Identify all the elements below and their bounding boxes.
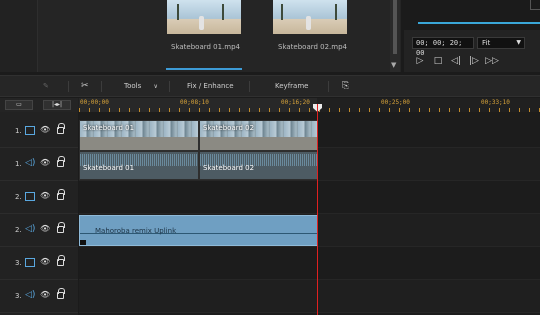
play-icon[interactable]: ▷: [412, 54, 428, 68]
video-track-icon: [25, 192, 35, 201]
media-selection-indicator: [166, 68, 242, 70]
media-library: Skateboard 01.mp4 Skateboard 02.mp4 ▼: [0, 0, 401, 72]
fast-forward-icon[interactable]: ▷▷: [484, 54, 500, 68]
pen-icon[interactable]: ✎: [43, 76, 49, 96]
track-manager-icon[interactable]: ▭: [5, 100, 33, 110]
chevron-down-icon: ∨: [153, 83, 158, 90]
eye-icon[interactable]: 👁: [40, 224, 50, 233]
media-thumbnail-skateboard-02[interactable]: [273, 0, 347, 34]
video-track-icon: [25, 258, 35, 267]
clip-label: Skateboard 02: [203, 164, 255, 172]
eye-icon[interactable]: 👁: [40, 158, 50, 167]
video-clip-skateboard-02[interactable]: Skateboard 02: [199, 120, 318, 151]
track-number: 2.: [15, 193, 22, 201]
stop-icon[interactable]: □: [430, 54, 446, 68]
eye-icon[interactable]: 👁: [40, 290, 50, 299]
audio-clip-skateboard-02[interactable]: Skateboard 02: [199, 151, 318, 180]
zoom-fit-select[interactable]: Fit ▼: [477, 37, 525, 49]
lane-audio-3[interactable]: [79, 280, 540, 313]
timeline-toolbar: ✎ ✂ Tools ∨ Fix / Enhance Keyframe ⎘: [0, 75, 540, 97]
track-header-video-3[interactable]: 3. 👁: [0, 247, 78, 280]
track-number: 3.: [15, 292, 22, 300]
ruler-tick-label: 00;00;00: [80, 99, 109, 106]
video-editor: Skateboard 01.mp4 Skateboard 02.mp4 ▼ 00…: [0, 0, 540, 315]
lock-icon[interactable]: [57, 156, 65, 167]
previous-frame-icon[interactable]: ◁|: [448, 54, 464, 68]
clip-label: Skateboard 01: [83, 164, 135, 172]
tools-menu[interactable]: Tools ∨: [124, 76, 158, 96]
preview-screen: [404, 0, 540, 30]
speaker-icon: ◁): [25, 290, 36, 300]
tools-label: Tools: [124, 82, 142, 90]
eye-icon[interactable]: 👁: [40, 191, 50, 200]
ruler-tick-label: 00;33;10: [481, 99, 510, 106]
playback-controls: ▷ □ ◁| |▷ ▷▷: [412, 54, 538, 68]
audio-clip-skateboard-01[interactable]: Skateboard 01: [79, 151, 199, 180]
scissors-icon[interactable]: ✂: [81, 76, 89, 96]
scroll-down-arrow-icon[interactable]: ▼: [391, 61, 396, 69]
keyframe-button[interactable]: Keyframe: [275, 76, 308, 96]
track-header-audio-1[interactable]: 1. ◁) 👁: [0, 148, 78, 181]
preview-corner-handle: [530, 0, 540, 10]
speaker-icon: ◁): [25, 158, 36, 168]
media-library-sidebar: [0, 0, 38, 72]
video-clip-skateboard-01[interactable]: Skateboard 01: [79, 120, 199, 151]
eye-icon[interactable]: 👁: [40, 125, 50, 134]
clip-label: Mahoroba remix Uplink: [95, 227, 177, 235]
music-clip[interactable]: Mahoroba remix Uplink: [79, 215, 318, 246]
clip-label: Skateboard 01: [83, 124, 135, 132]
track-number: 2.: [15, 226, 22, 234]
media-item-label: Skateboard 02.mp4: [278, 43, 348, 51]
lock-icon[interactable]: [57, 222, 65, 233]
lock-icon[interactable]: [57, 189, 65, 200]
track-headers: 1. 👁 1. ◁) 👁 2. 👁 2. ◁) 👁 3. 👁 3. ◁) 👁: [0, 112, 78, 315]
chevron-down-icon: ▼: [516, 39, 521, 46]
preview-panel: 00; 00; 20; 00 Fit ▼ ▷ □ ◁| |▷ ▷▷: [404, 0, 540, 72]
clip-label: Skateboard 02: [203, 124, 255, 132]
track-header-video-1[interactable]: 1. 👁: [0, 115, 78, 148]
export-icon[interactable]: ⎘: [342, 76, 349, 96]
preview-progress-bar[interactable]: [418, 22, 540, 24]
eye-icon[interactable]: 👁: [40, 257, 50, 266]
media-thumbnail-skateboard-01[interactable]: [167, 0, 241, 34]
fix-enhance-button[interactable]: Fix / Enhance: [187, 76, 234, 96]
media-scrollbar[interactable]: ▼: [390, 0, 400, 72]
playhead-line[interactable]: [317, 104, 318, 315]
ruler-tick-label: 00;25;00: [381, 99, 410, 106]
track-header-audio-3[interactable]: 3. ◁) 👁: [0, 280, 78, 313]
media-item-label: Skateboard 01.mp4: [171, 43, 241, 51]
ruler-tick-label: 00;16;20: [281, 99, 310, 106]
track-number: 3.: [15, 259, 22, 267]
lock-icon[interactable]: [57, 255, 65, 266]
lane-video-3[interactable]: [79, 247, 540, 280]
fit-timeline-icon[interactable]: |◂▸|: [43, 100, 71, 110]
lock-icon[interactable]: [57, 123, 65, 134]
timecode-display[interactable]: 00; 00; 20; 00: [412, 37, 474, 57]
track-header-audio-2[interactable]: 2. ◁) 👁: [0, 214, 78, 247]
video-track-icon: [25, 126, 35, 135]
speaker-icon: ◁): [25, 224, 36, 234]
track-number: 1.: [15, 127, 22, 135]
lane-video-2[interactable]: [79, 181, 540, 214]
scrollbar-thumb[interactable]: [393, 0, 397, 54]
next-frame-icon[interactable]: |▷: [466, 54, 482, 68]
track-number: 1.: [15, 160, 22, 168]
ruler-tick-label: 00;08;10: [180, 99, 209, 106]
lock-icon[interactable]: [57, 288, 65, 299]
zoom-fit-value: Fit: [482, 39, 491, 47]
clip-handle[interactable]: [80, 240, 86, 245]
ruler-left-controls: ▭ |◂▸|: [0, 98, 78, 112]
track-header-video-2[interactable]: 2. 👁: [0, 181, 78, 214]
